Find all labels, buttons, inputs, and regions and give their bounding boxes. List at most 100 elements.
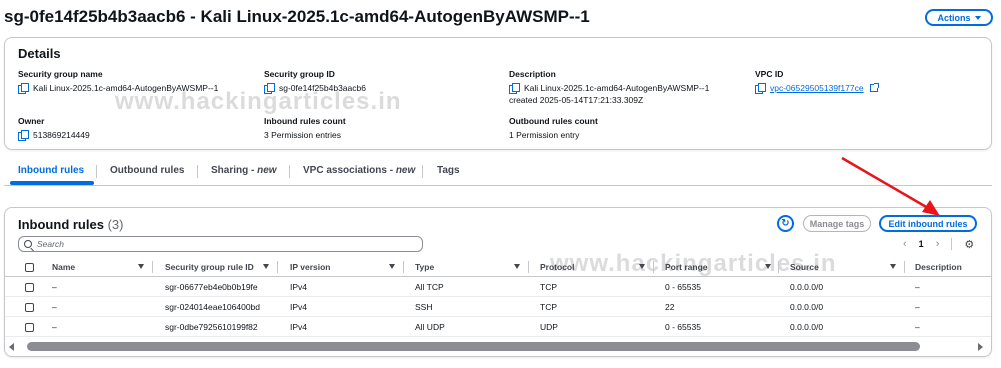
table-header-row: Name Security group rule ID IP version T… [5, 257, 991, 277]
copy-icon[interactable] [18, 83, 29, 94]
column-header-rule-id[interactable]: Security group rule ID [165, 257, 254, 277]
pagination: ‹ 1 › ⚙ [903, 237, 974, 251]
field-label: VPC ID [755, 69, 784, 79]
table-row[interactable]: – sgr-024014eae106400bd IPv4 SSH TCP 22 … [5, 297, 991, 317]
cell-type: All TCP [415, 282, 444, 292]
select-all-checkbox[interactable] [25, 262, 34, 272]
sort-icon[interactable] [514, 264, 520, 269]
tab-tags[interactable]: Tags [437, 165, 460, 176]
tab-separator [289, 165, 290, 178]
chevron-right-icon[interactable]: › [936, 238, 940, 250]
inbound-rules-count: (3) [107, 217, 124, 232]
settings-icon[interactable]: ⚙ [964, 238, 974, 251]
cell-description: – [915, 302, 920, 312]
search-input[interactable] [37, 239, 417, 249]
field-label: Security group ID [264, 69, 335, 79]
row-checkbox[interactable] [25, 302, 34, 312]
row-checkbox[interactable] [25, 322, 34, 332]
field-label: Security group name [18, 69, 103, 79]
sort-icon[interactable] [890, 264, 896, 269]
cell-port-range: 0 - 65535 [665, 322, 701, 332]
cell-name: – [52, 322, 57, 332]
tab-sharing[interactable]: Sharing - new [211, 165, 277, 176]
field-label: Inbound rules count [264, 116, 346, 126]
edit-inbound-rules-button[interactable]: Edit inbound rules [879, 215, 977, 232]
caret-down-icon [974, 15, 981, 20]
tab-separator [197, 165, 198, 178]
tab-label: Inbound rules [18, 165, 85, 176]
cell-description: – [915, 282, 920, 292]
sort-icon[interactable] [389, 264, 395, 269]
refresh-icon: ↻ [781, 218, 790, 229]
cell-protocol: UDP [540, 322, 558, 332]
cell-source: 0.0.0.0/0 [790, 302, 824, 312]
column-header-protocol[interactable]: Protocol [540, 257, 574, 277]
cell-description: – [915, 322, 920, 332]
column-header-description[interactable]: Description [915, 257, 962, 277]
column-separator[interactable] [904, 261, 905, 273]
column-separator[interactable] [277, 261, 278, 273]
cell-rule-id: sgr-06677eb4e0b0b19fe [165, 282, 258, 292]
table-row[interactable]: – sgr-0dbe7925610199f82 IPv4 All UDP UDP… [5, 317, 991, 337]
row-checkbox[interactable] [25, 282, 34, 292]
table-row[interactable]: – sgr-06677eb4e0b0b19fe IPv4 All TCP TCP… [5, 277, 991, 297]
field-value: Kali Linux-2025.1c-amd64-AutogenByAWSMP-… [524, 83, 710, 93]
chevron-left-icon[interactable]: ‹ [903, 238, 907, 250]
column-header-type[interactable]: Type [415, 257, 434, 277]
tab-vpc-associations[interactable]: VPC associations - new [303, 165, 415, 176]
scroll-thumb[interactable] [27, 342, 920, 351]
tab-label: Tags [437, 165, 460, 176]
watermark: www.hackingarticles.in [115, 88, 402, 115]
cell-protocol: TCP [540, 282, 557, 292]
column-header-name[interactable]: Name [52, 257, 75, 277]
tab-inbound-rules[interactable]: Inbound rules [18, 165, 84, 176]
tab-label: VPC associations - [303, 165, 396, 176]
cell-protocol: TCP [540, 302, 557, 312]
field-value: 513869214449 [33, 130, 90, 140]
field-label: Outbound rules count [509, 116, 598, 126]
copy-icon[interactable] [755, 83, 766, 94]
inbound-rules-panel: Inbound rules (3) ↻ Manage tags Edit inb… [4, 207, 992, 357]
field-label: Owner [18, 116, 45, 126]
inbound-rules-heading: Inbound rules [18, 217, 104, 232]
column-separator[interactable] [653, 261, 654, 273]
cell-source: 0.0.0.0/0 [790, 282, 824, 292]
manage-tags-button[interactable]: Manage tags [803, 215, 871, 232]
vpc-id-link[interactable]: vpc-06529505139f177ce [770, 82, 864, 94]
horizontal-scrollbar[interactable] [5, 341, 991, 353]
description-field: Description Kali Linux-2025.1c-amd64-Aut… [509, 69, 709, 106]
details-heading: Details [18, 46, 61, 61]
cell-source: 0.0.0.0/0 [790, 322, 824, 332]
column-header-source[interactable]: Source [790, 257, 819, 277]
inbound-rules-count-field: Inbound rules count 3 Permission entries [264, 116, 346, 141]
tab-outbound-rules[interactable]: Outbound rules [110, 165, 184, 176]
column-separator[interactable] [528, 261, 529, 273]
copy-icon[interactable] [509, 83, 520, 94]
tab-new-badge: new [257, 165, 277, 176]
sort-icon[interactable] [639, 264, 645, 269]
column-separator[interactable] [778, 261, 779, 273]
active-tab-indicator [10, 181, 94, 185]
column-header-ip-version[interactable]: IP version [290, 257, 330, 277]
actions-button[interactable]: Actions [925, 9, 993, 26]
tab-separator [422, 165, 423, 178]
search-box[interactable] [18, 236, 423, 252]
external-link-icon[interactable] [869, 83, 879, 92]
column-separator[interactable] [152, 261, 153, 273]
sort-icon[interactable] [765, 264, 771, 269]
vpc-id-field: VPC ID vpc-06529505139f177ce [755, 69, 879, 94]
cell-ip-version: IPv4 [290, 282, 308, 292]
scroll-right-icon[interactable] [978, 343, 983, 351]
scroll-left-icon[interactable] [9, 343, 14, 351]
cell-rule-id: sgr-0dbe7925610199f82 [165, 322, 258, 332]
copy-icon[interactable] [18, 130, 29, 141]
page-number[interactable]: 1 [919, 239, 924, 249]
column-header-port-range[interactable]: Port range [665, 257, 708, 277]
tab-label: Sharing - [211, 165, 258, 176]
refresh-button[interactable]: ↻ [777, 215, 794, 232]
sort-icon[interactable] [263, 264, 269, 269]
sort-icon[interactable] [138, 264, 144, 269]
tabs: Inbound rules Outbound rules Sharing - n… [4, 160, 992, 186]
column-separator[interactable] [403, 261, 404, 273]
owner-field: Owner 513869214449 [18, 116, 90, 141]
